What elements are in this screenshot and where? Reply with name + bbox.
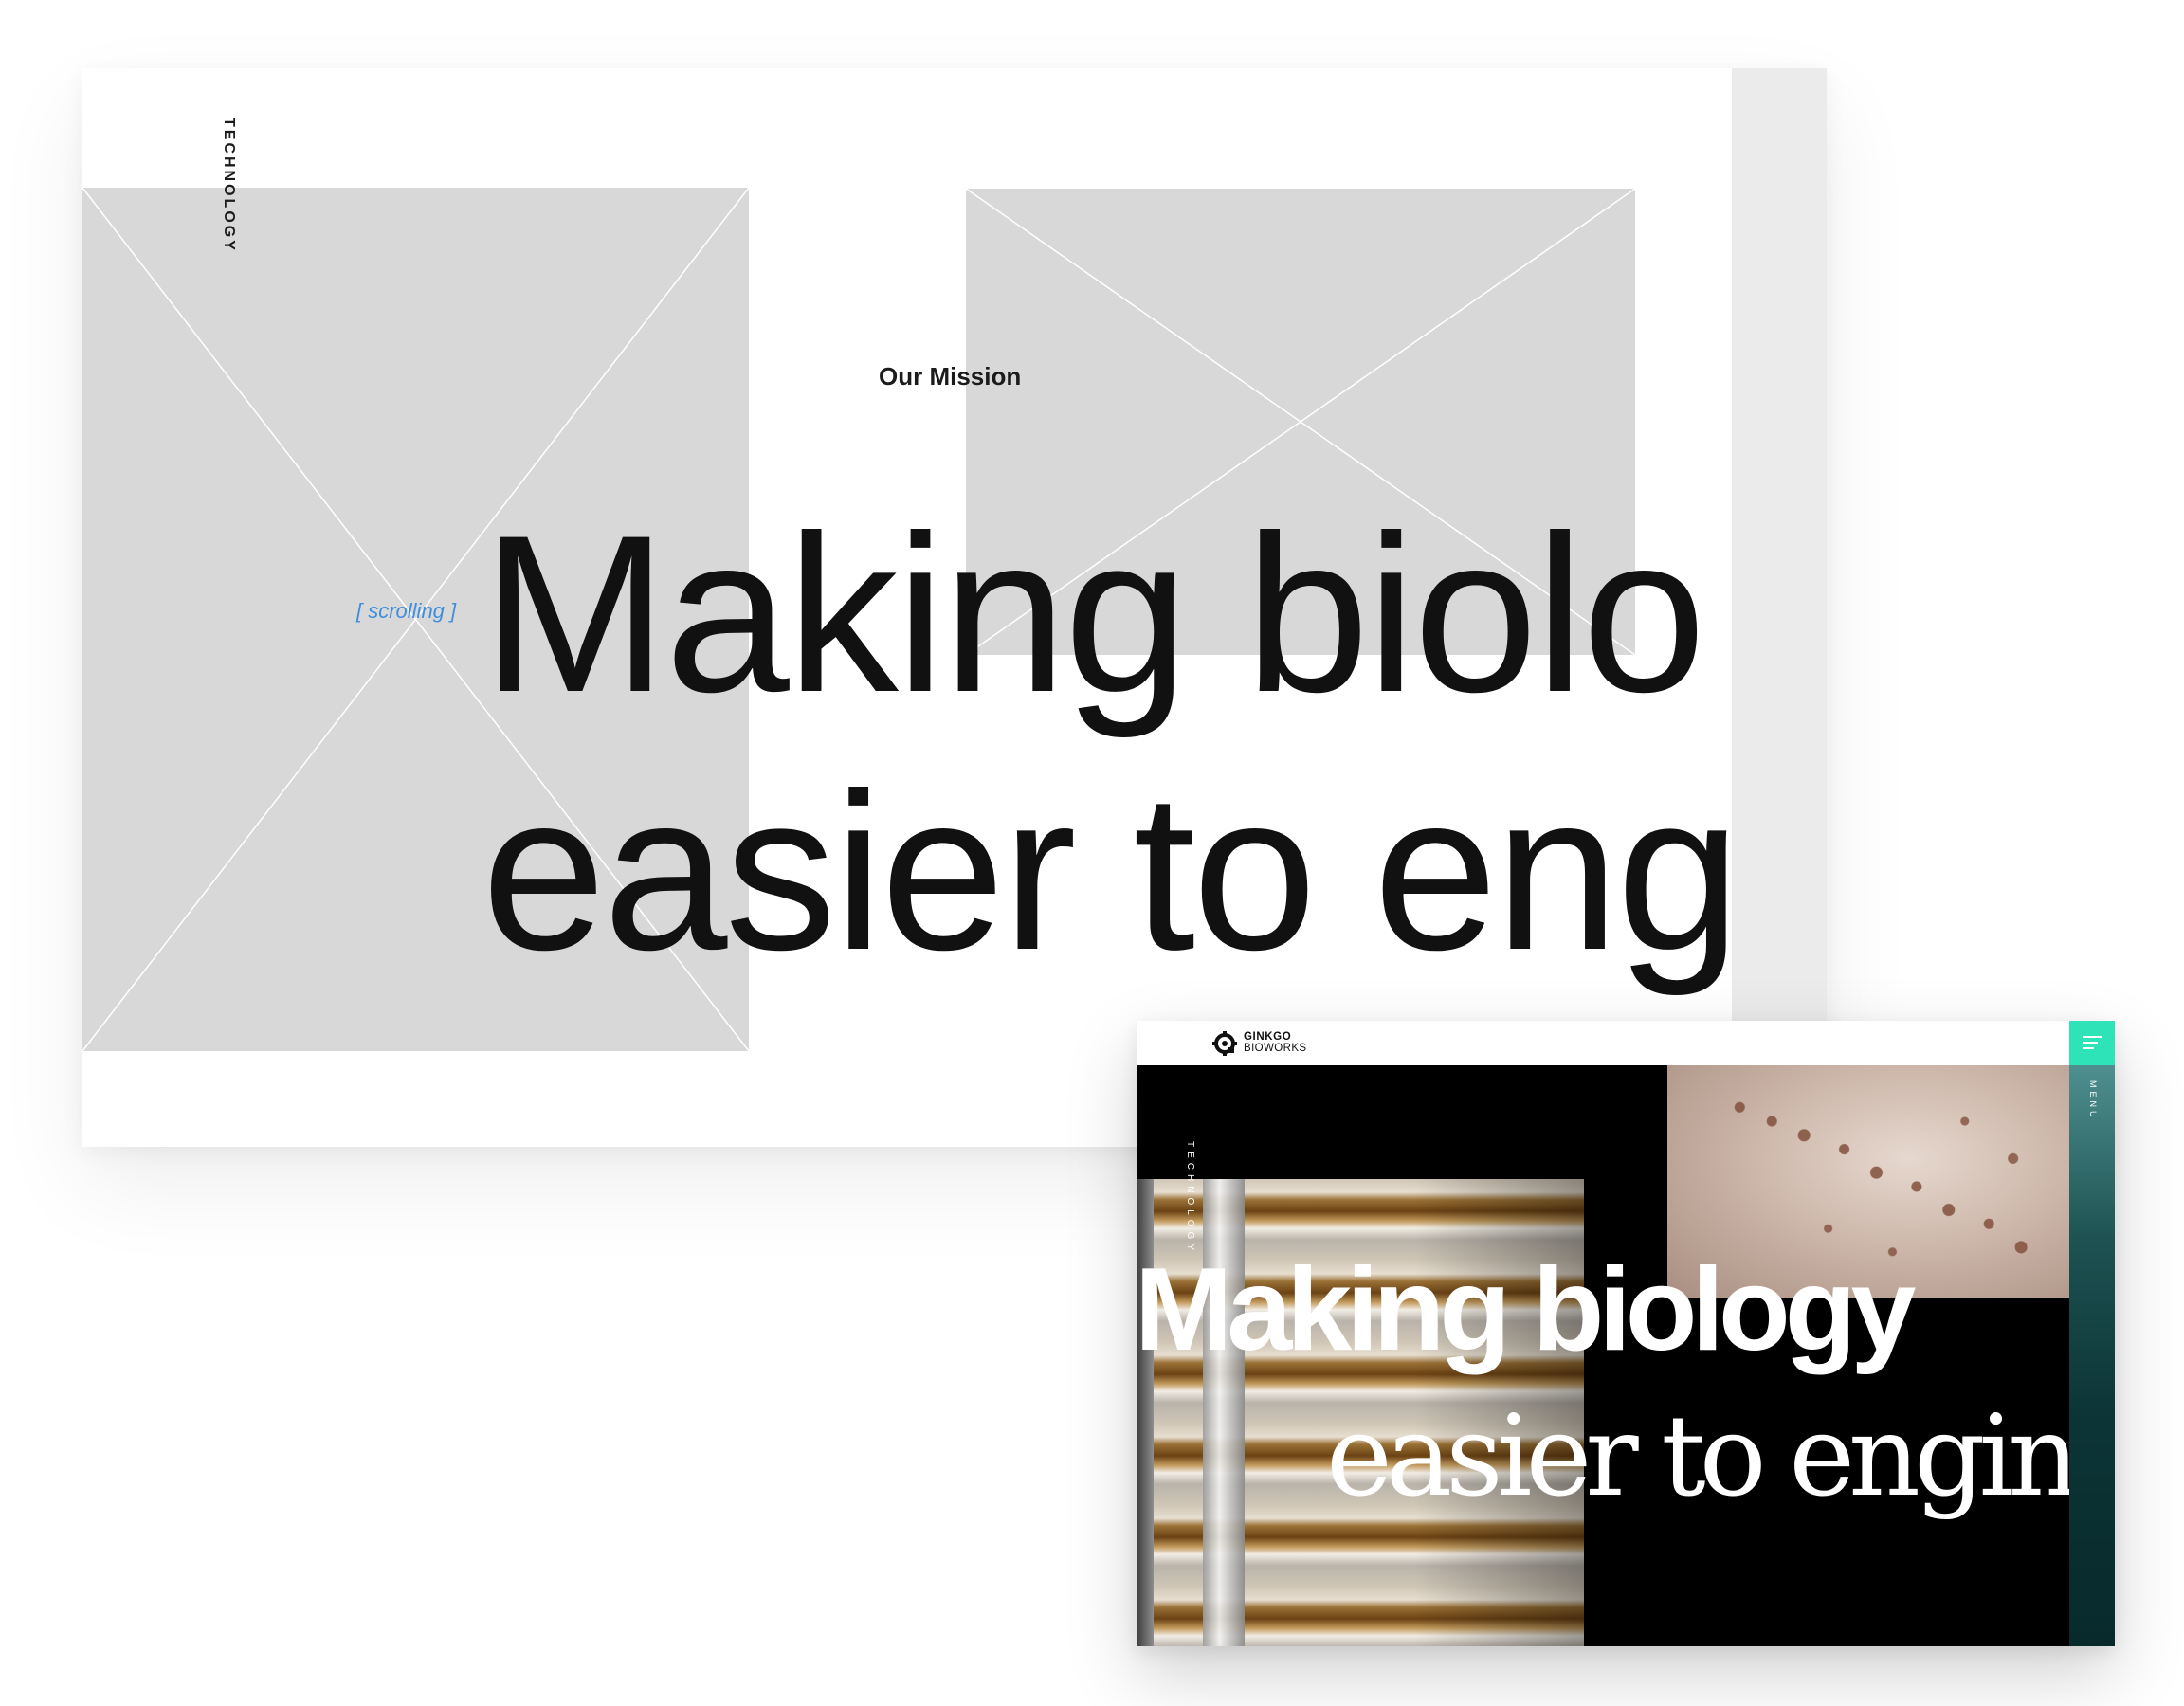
menu-side-rail[interactable]: MENU <box>2069 1065 2115 1646</box>
ginkgo-logo-icon <box>1212 1031 1237 1056</box>
scrolling-annotation: [ scrolling ] <box>356 599 457 623</box>
mission-heading: Our Mission <box>879 362 1022 390</box>
logo-line-2: BIOWORKS <box>1244 1043 1307 1054</box>
section-vertical-label: TECHNOLOGY <box>1185 1141 1195 1256</box>
menu-label: MENU <box>2088 1080 2098 1121</box>
logo-line-1: GINKGO <box>1244 1031 1292 1043</box>
section-vertical-label: TECHNOLOGY <box>221 118 237 253</box>
site-header: GINKGO BIOWORKS <box>1137 1021 2115 1065</box>
logo-wordmark: GINKGO BIOWORKS <box>1244 1031 1306 1054</box>
menu-button[interactable] <box>2069 1021 2115 1065</box>
headline-line-2: easier to eng <box>482 747 1740 997</box>
hero-headline-line-2: easier to engine <box>1326 1390 2115 1521</box>
rendered-site-preview: GINKGO BIOWORKS MENU TECHNOLOGY Making b… <box>1137 1021 2115 1646</box>
wireframe-mockup: TECHNOLOGY Our Mission [ scrolling ] Mak… <box>82 68 1827 1147</box>
hero-headline-line-1: Making biology <box>1137 1244 1916 1375</box>
wireframe-headline: Making biolo easier to eng <box>482 485 1740 1001</box>
headline-line-1: Making biolo <box>482 489 1706 739</box>
wireframe-scrollbar[interactable] <box>1732 68 1827 1147</box>
